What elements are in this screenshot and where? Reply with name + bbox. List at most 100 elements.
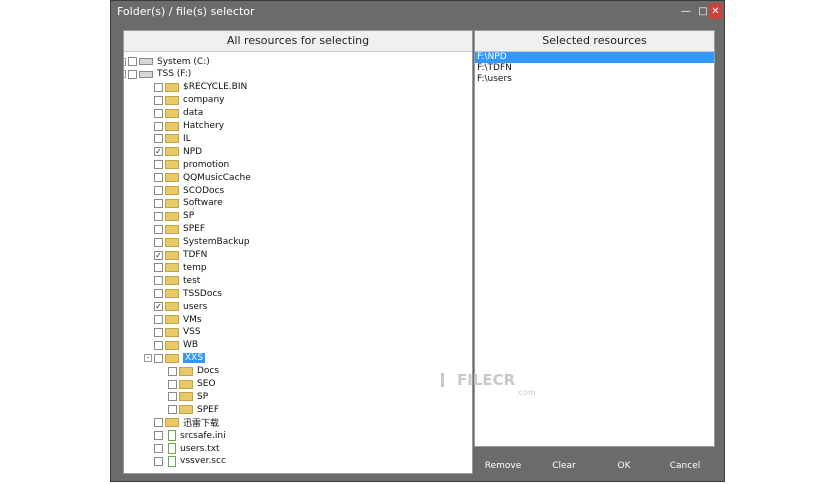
tree-checkbox[interactable] [154,327,163,337]
ok-button[interactable]: OK [611,459,637,473]
tree-item-label: SPEF [197,404,220,415]
tree-checkbox[interactable] [154,289,163,299]
folder-icon [165,327,179,337]
tree-item[interactable]: SP [168,390,208,403]
tree-item[interactable]: SPEF [154,223,205,236]
tree-item[interactable]: Software [154,197,223,210]
tree-item[interactable]: $RECYCLE.BIN [154,81,247,94]
tree-checkbox[interactable] [154,173,163,183]
tree-checkbox[interactable] [168,366,177,376]
tree-item[interactable]: 迅雷下载 [154,416,219,429]
folder-icon [165,160,179,170]
tree-item[interactable]: data [154,107,203,120]
tree-item[interactable]: promotion [154,158,229,171]
tree-item[interactable]: vssver.scc [154,455,226,468]
tree-checkbox[interactable] [154,224,163,234]
tree-item[interactable]: SystemBackup [154,236,250,249]
tree-checkbox[interactable] [128,69,137,79]
tree-item[interactable]: + System (C:) [124,55,210,68]
tree-checkbox[interactable] [154,198,163,208]
tree-checkbox[interactable] [154,121,163,131]
tree-checkbox[interactable] [168,392,177,402]
tree-item[interactable]: Docs [168,365,219,378]
tree-item[interactable]: SEO [168,378,215,391]
tree-checkbox[interactable]: ✓ [154,302,163,312]
tree-item-label: data [183,108,204,119]
folder-icon [165,211,179,221]
tree-checkbox[interactable]: ✓ [154,147,163,157]
tree-checkbox[interactable] [168,379,177,389]
tree-checkbox[interactable] [154,160,163,170]
selected-resources-list[interactable]: F:\NPD F:\TDFN F:\users [475,52,714,85]
tree-item[interactable]: TSSDocs [154,287,222,300]
clear-button[interactable]: Clear [547,459,581,473]
remove-button[interactable]: Remove [481,459,525,473]
tree-item[interactable]: SCODocs [154,184,224,197]
tree-item[interactable]: ✓ TDFN [154,249,207,262]
cancel-button[interactable]: Cancel [665,459,705,473]
title-bar[interactable]: Folder(s) / file(s) selector — □ ✕ [111,1,724,23]
tree-item[interactable]: - TSS (F:) [124,68,192,81]
selected-resource-item[interactable]: F:\TDFN [475,63,714,74]
tree-item[interactable]: VSS [154,326,201,339]
tree-checkbox[interactable] [154,456,163,466]
tree-checkbox[interactable] [154,186,163,195]
tree-item[interactable]: temp [154,261,207,274]
collapse-icon[interactable]: - [144,354,152,363]
maximize-icon[interactable]: □ [696,3,710,19]
close-icon[interactable]: ✕ [709,3,722,19]
folder-icon [165,302,179,312]
tree-checkbox[interactable] [154,418,163,428]
tree-item[interactable]: VMs [154,313,202,326]
tree-checkbox[interactable] [154,276,163,286]
collapse-icon[interactable]: - [124,70,126,79]
folder-icon [165,198,179,208]
minimize-icon[interactable]: — [679,3,693,19]
tree-item[interactable]: ✓ NPD [154,145,202,158]
folder-icon [165,237,179,247]
selected-resource-item[interactable]: F:\users [475,74,714,85]
tree-checkbox[interactable] [154,431,163,441]
tree-item[interactable]: ✓ users [154,300,207,313]
tree-item[interactable]: srcsafe.ini [154,429,226,442]
tree-item-label: Docs [197,366,220,377]
tree-checkbox[interactable] [154,108,163,118]
tree-item[interactable]: QQMusicCache [154,171,251,184]
tree-item[interactable]: SPEF [168,403,219,416]
tree-checkbox[interactable] [154,353,163,363]
tree-checkbox[interactable] [154,211,163,221]
selected-resource-item[interactable]: F:\NPD [475,52,714,63]
tree-item-label: company [183,95,225,106]
tree-checkbox[interactable] [154,237,163,247]
tree-checkbox[interactable] [154,340,163,350]
folder-icon [165,82,179,92]
tree-item-label: srcsafe.ini [180,430,226,441]
tree-checkbox[interactable] [154,134,163,144]
tree-checkbox[interactable] [154,263,163,273]
tree-checkbox[interactable] [128,57,137,66]
tree-item[interactable]: - XXS [144,352,206,365]
tree-item-label: SystemBackup [183,237,250,248]
tree-item-label: NPD [183,146,203,157]
tree-item[interactable]: IL [154,132,191,145]
tree-checkbox[interactable] [154,315,163,324]
tree-item[interactable]: company [154,94,224,107]
tree-checkbox[interactable] [154,444,163,453]
tree-item[interactable]: WB [154,339,198,352]
window-title: Folder(s) / file(s) selector [117,5,255,18]
tree-checkbox[interactable] [168,405,177,415]
tree-item[interactable]: Hatchery [154,120,224,133]
tree-checkbox[interactable] [154,95,163,105]
tree-item-label: TSSDocs [183,288,222,299]
expand-icon[interactable]: + [124,57,126,66]
tree-item[interactable]: users.txt [154,442,220,455]
tree-checkbox[interactable]: ✓ [154,250,163,260]
tree-item-label: vssver.scc [180,456,226,467]
file-icon [168,455,176,467]
tree-item[interactable]: SP [154,210,194,223]
tree-item-label: SPEF [183,224,206,235]
tree-item[interactable]: test [154,274,200,287]
selector-window: Folder(s) / file(s) selector — □ ✕ All r… [110,0,725,482]
tree-item-label: TSS (F:) [157,69,192,80]
tree-checkbox[interactable] [154,82,163,92]
